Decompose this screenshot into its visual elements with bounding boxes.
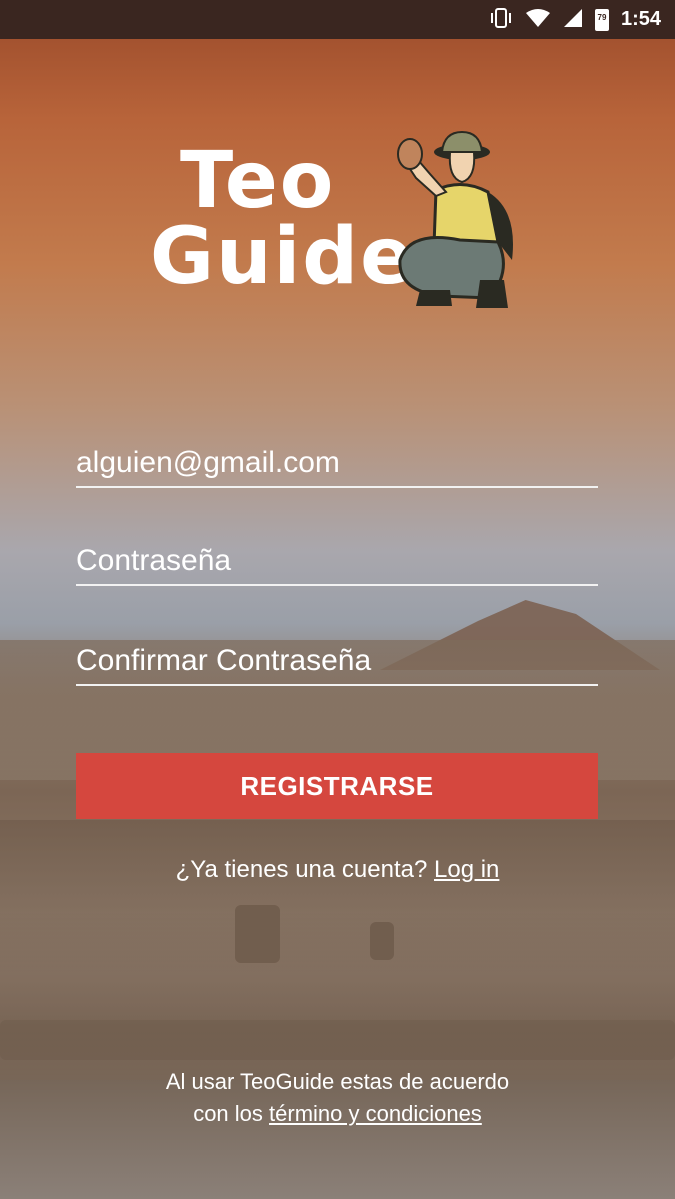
terms-link[interactable]: término y condiciones bbox=[269, 1101, 482, 1126]
login-prompt-text: ¿Ya tienes una cuenta? bbox=[175, 856, 428, 883]
password-field[interactable]: Contraseña bbox=[76, 538, 598, 586]
login-link[interactable]: Log in bbox=[434, 856, 499, 883]
background-stone bbox=[235, 905, 280, 963]
terms-line2: con los término y condiciones bbox=[0, 1098, 675, 1130]
terms-prefix: con los bbox=[193, 1101, 263, 1126]
battery-level: 79 bbox=[597, 12, 607, 22]
register-screen: 79 1:54 Teo Guide alguien@gmail.com Cont… bbox=[0, 0, 675, 1199]
register-button[interactable]: REGISTRARSE bbox=[76, 753, 598, 819]
status-time: 1:54 bbox=[620, 8, 661, 30]
background-stone bbox=[370, 922, 394, 960]
background-wall bbox=[0, 1020, 675, 1060]
wifi-icon bbox=[525, 8, 551, 32]
signal-icon bbox=[563, 8, 583, 32]
login-prompt: ¿Ya tienes una cuenta? Log in bbox=[0, 856, 675, 884]
terms-notice: Al usar TeoGuide estas de acuerdo con lo… bbox=[0, 1066, 675, 1130]
logo-text-line2: Guide bbox=[150, 212, 416, 302]
app-logo: Teo Guide bbox=[150, 130, 530, 320]
explorer-mascot-icon bbox=[397, 130, 513, 308]
battery-icon: 79 bbox=[594, 8, 609, 31]
password-placeholder: Contraseña bbox=[76, 544, 232, 577]
terms-line1: Al usar TeoGuide estas de acuerdo bbox=[165, 1069, 510, 1094]
confirm-password-placeholder: Confirmar Contraseña bbox=[76, 644, 372, 677]
confirm-password-field[interactable]: Confirmar Contraseña bbox=[76, 638, 598, 686]
email-value: alguien@gmail.com bbox=[76, 446, 340, 479]
email-field[interactable]: alguien@gmail.com bbox=[76, 440, 598, 488]
status-bar: 79 1:54 bbox=[0, 0, 675, 39]
logo-text-line1: Teo bbox=[180, 136, 336, 226]
vibrate-icon bbox=[489, 7, 513, 32]
